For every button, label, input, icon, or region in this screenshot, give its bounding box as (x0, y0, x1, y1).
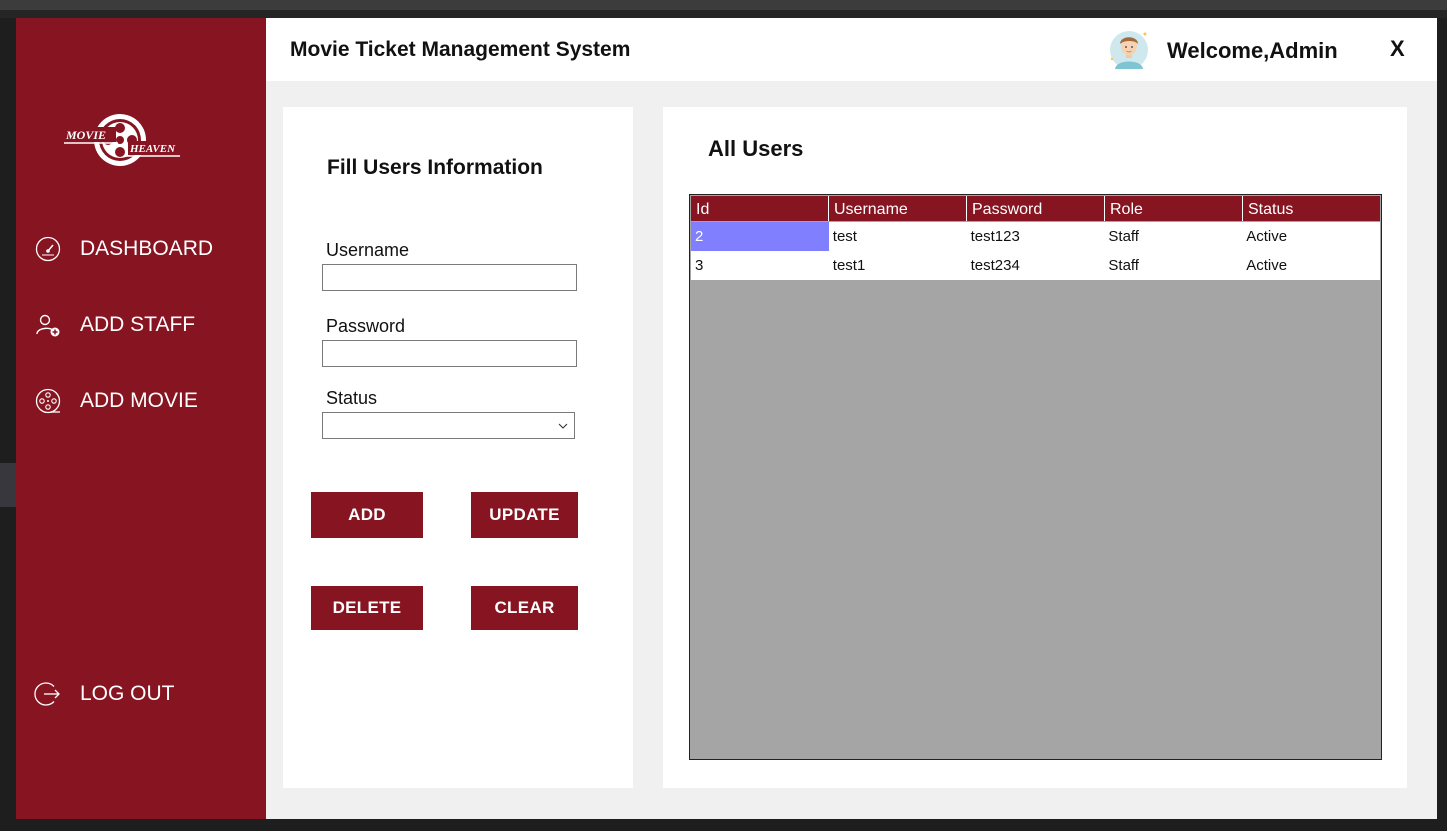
status-select[interactable] (322, 412, 575, 439)
close-button[interactable]: X (1390, 36, 1405, 62)
avatar (1110, 31, 1148, 69)
sidebar-item-label: LOG OUT (80, 682, 175, 705)
table-row[interactable]: 2 test test123 Staff Active (691, 222, 1380, 251)
table-cell[interactable]: Active (1242, 222, 1380, 251)
sidebar-item-add-movie[interactable]: ADD MOVIE (34, 383, 198, 419)
user-form-panel: Fill Users Information Username Password… (283, 107, 633, 788)
users-table[interactable]: Id Username Password Role Status 2 test … (689, 194, 1382, 760)
ide-tab-strip (0, 10, 1447, 18)
column-header-password[interactable]: Password (967, 196, 1105, 221)
column-header-id[interactable]: Id (691, 196, 829, 221)
column-header-username[interactable]: Username (829, 196, 967, 221)
table-cell[interactable]: test123 (967, 222, 1105, 251)
app-window: MOVIE HEAVEN DASHBOARD ADD STAFF ADD MOV… (16, 18, 1437, 819)
status-label: Status (326, 388, 378, 408)
sidebar-item-label: DASHBOARD (80, 237, 214, 260)
table-cell[interactable]: test (829, 222, 967, 251)
username-field[interactable] (322, 264, 577, 291)
users-title: All Users (708, 136, 804, 161)
table-cell[interactable]: Staff (1104, 251, 1242, 280)
table-cell[interactable]: 2 (691, 222, 829, 251)
table-header: Id Username Password Role Status (691, 196, 1380, 221)
update-button[interactable]: UPDATE (471, 492, 578, 538)
delete-button[interactable]: DELETE (311, 586, 423, 630)
header: Movie Ticket Management System Welcome,A… (266, 18, 1437, 81)
ide-left-strip (0, 18, 16, 831)
ide-selected-row (0, 463, 16, 507)
clear-button[interactable]: CLEAR (471, 586, 578, 630)
table-cell[interactable]: test1 (829, 251, 967, 280)
table-cell[interactable]: 3 (691, 251, 829, 280)
password-label: Password (326, 316, 406, 336)
password-field[interactable] (322, 340, 577, 367)
film-reel-icon (35, 388, 61, 414)
logout-icon (34, 682, 60, 706)
table-cell[interactable]: Active (1242, 251, 1380, 280)
gauge-icon (35, 236, 61, 262)
sidebar-item-label: ADD STAFF (80, 313, 196, 336)
sidebar-item-label: ADD MOVIE (80, 389, 198, 412)
all-users-panel: All Users Id Username Password Role Stat… (663, 107, 1407, 788)
sidebar-item-dashboard[interactable]: DASHBOARD (34, 231, 213, 267)
chevron-down-icon (558, 423, 568, 429)
table-cell[interactable]: Staff (1104, 222, 1242, 251)
table-row[interactable]: 3 test1 test234 Staff Active (691, 251, 1380, 280)
form-title: Fill Users Information (327, 156, 543, 179)
column-header-role[interactable]: Role (1105, 196, 1243, 221)
username-label: Username (326, 240, 410, 260)
ide-right-strip (1437, 18, 1447, 831)
sidebar-item-add-staff[interactable]: ADD STAFF (34, 307, 195, 343)
welcome-text: Welcome,Admin (1167, 38, 1338, 63)
logo-text-line1: MOVIE (65, 128, 106, 142)
add-user-icon (36, 314, 60, 337)
table-cell[interactable]: test234 (967, 251, 1105, 280)
ide-title-bar (0, 0, 1447, 10)
add-button[interactable]: ADD (311, 492, 423, 538)
movie-heaven-logo: MOVIE HEAVEN (64, 114, 180, 166)
logo-text-line2: HEAVEN (129, 143, 176, 155)
page-title: Movie Ticket Management System (290, 38, 631, 61)
sidebar: MOVIE HEAVEN DASHBOARD ADD STAFF ADD MOV… (16, 18, 266, 819)
ide-status-bar (0, 819, 1447, 831)
sidebar-item-logout[interactable]: LOG OUT (34, 676, 175, 712)
column-header-status[interactable]: Status (1243, 196, 1380, 221)
